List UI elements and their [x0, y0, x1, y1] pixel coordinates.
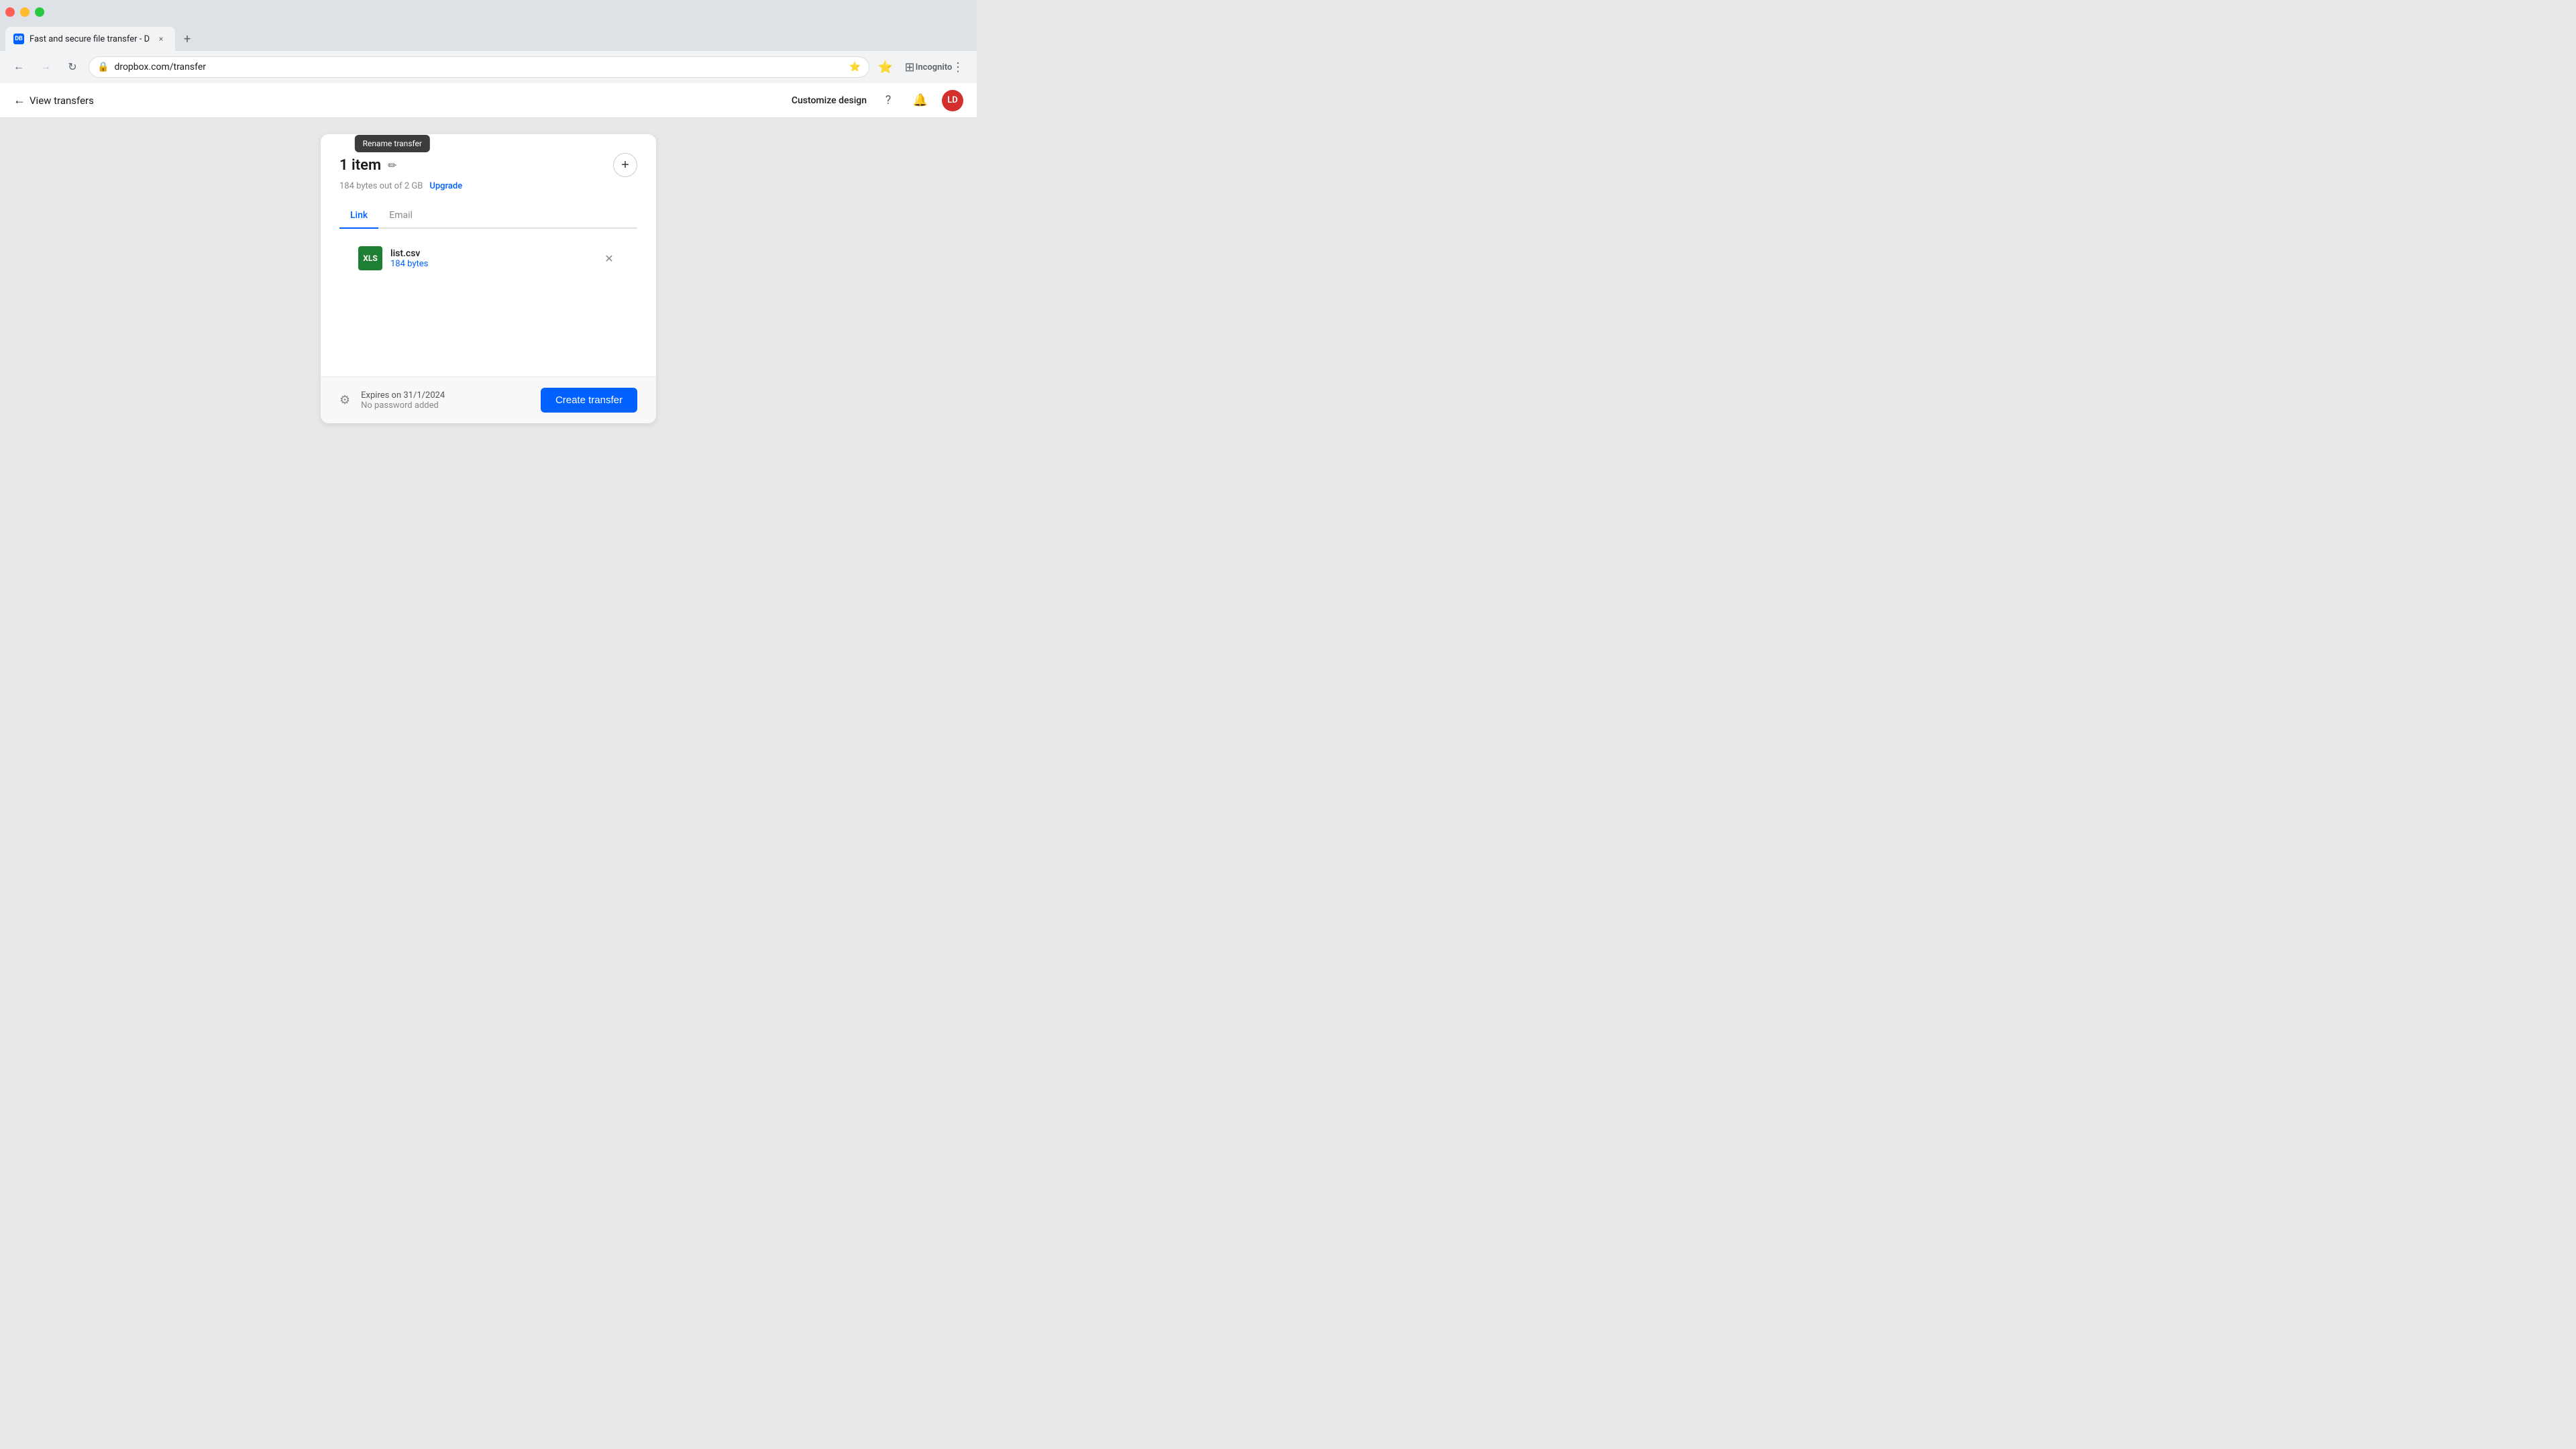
back-button[interactable]: ←: [8, 56, 30, 78]
tab-title: Fast and secure file transfer - D: [30, 34, 150, 44]
toolbar: ← → ↻ 🔒 dropbox.com/transfer ⭐ ⭐ ⊞ Incog…: [0, 51, 977, 83]
new-tab-button[interactable]: +: [178, 30, 197, 48]
rename-tooltip: Rename transfer: [355, 135, 430, 152]
maximize-window-button[interactable]: +: [35, 7, 44, 17]
settings-icon[interactable]: ⚙: [339, 393, 350, 407]
tab-bar: DB Fast and secure file transfer - D × +: [0, 24, 977, 51]
forward-button[interactable]: →: [35, 56, 56, 78]
card-title-row: 1 item ✏ Rename transfer +: [339, 153, 637, 177]
upgrade-link[interactable]: Upgrade: [429, 181, 462, 191]
active-tab[interactable]: DB Fast and secure file transfer - D ×: [5, 27, 175, 51]
avatar[interactable]: LD: [942, 90, 963, 111]
file-info: list.csv 184 bytes: [390, 248, 592, 269]
browser-chrome: × – + DB Fast and secure file transfer -…: [0, 0, 977, 83]
header-right: Customize design ? 🔔 LD: [792, 90, 963, 111]
card-body: 1 item ✏ Rename transfer + 184 bytes out…: [321, 134, 656, 376]
help-icon[interactable]: ?: [877, 90, 899, 111]
tabs: Link Email: [339, 203, 637, 229]
window-controls: × – +: [5, 7, 44, 17]
main-content: 1 item ✏ Rename transfer + 184 bytes out…: [0, 118, 977, 547]
file-size: 184 bytes: [390, 259, 592, 269]
title-bar: × – +: [0, 0, 977, 24]
reload-button[interactable]: ↻: [62, 56, 83, 78]
back-link[interactable]: ← View transfers: [13, 93, 94, 107]
storage-info: 184 bytes out of 2 GB: [339, 181, 423, 191]
incognito-label: Incognito: [923, 56, 945, 78]
app-header: ← View transfers Customize design ? 🔔 LD: [0, 83, 977, 118]
file-name: list.csv: [390, 248, 592, 259]
address-text: dropbox.com/transfer: [114, 62, 843, 72]
back-arrow-icon: ←: [13, 93, 25, 107]
card-title: 1 item: [339, 157, 381, 174]
customize-design-button[interactable]: Customize design: [792, 95, 867, 106]
footer-info: Expires on 31/1/2024 No password added: [361, 390, 530, 411]
tab-email[interactable]: Email: [378, 203, 423, 229]
menu-icon[interactable]: ⋮: [947, 56, 969, 78]
file-remove-button[interactable]: ✕: [600, 249, 619, 268]
password-info: No password added: [361, 400, 530, 411]
edit-icon[interactable]: ✏: [388, 159, 396, 172]
notifications-icon[interactable]: 🔔: [910, 90, 931, 111]
tab-close-button[interactable]: ×: [155, 33, 167, 45]
tab-link[interactable]: Link: [339, 203, 378, 229]
file-type-icon: XLS: [358, 246, 382, 270]
toolbar-right: ⭐ ⊞ Incognito ⋮: [875, 56, 969, 78]
back-link-label: View transfers: [30, 95, 94, 107]
close-window-button[interactable]: ×: [5, 7, 15, 17]
edit-icon-wrap: ✏ Rename transfer: [388, 159, 396, 172]
file-item: XLS list.csv 184 bytes ✕: [339, 239, 637, 277]
tab-favicon: DB: [13, 34, 24, 44]
add-file-button[interactable]: +: [613, 153, 637, 177]
minimize-window-button[interactable]: –: [20, 7, 30, 17]
card-subtitle: 184 bytes out of 2 GB Upgrade: [339, 181, 637, 191]
address-bar[interactable]: 🔒 dropbox.com/transfer ⭐: [89, 56, 869, 78]
transfer-card: 1 item ✏ Rename transfer + 184 bytes out…: [321, 134, 656, 423]
expiry-info: Expires on 31/1/2024: [361, 390, 530, 400]
card-footer: ⚙ Expires on 31/1/2024 No password added…: [321, 376, 656, 423]
file-list: XLS list.csv 184 bytes ✕: [339, 229, 637, 376]
create-transfer-button[interactable]: Create transfer: [541, 388, 637, 413]
bookmark-icon[interactable]: ⭐: [875, 56, 896, 78]
